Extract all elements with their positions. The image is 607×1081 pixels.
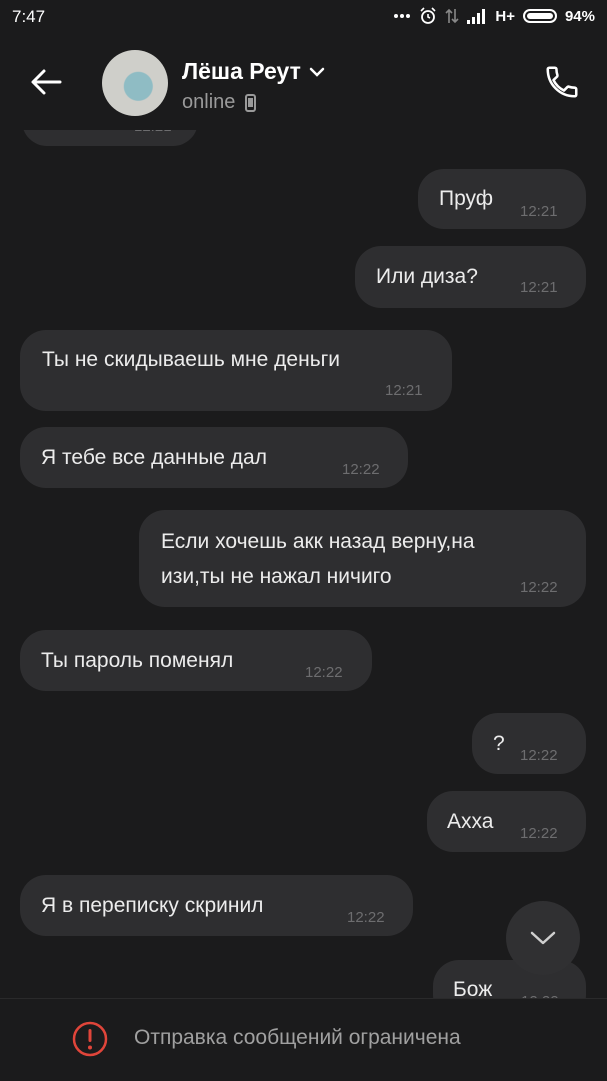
presence-text: online [182,91,236,113]
message-time: 12:22 [305,664,343,681]
message-bubble-outgoing[interactable]: Если хочешь акк назад верну,на изи,ты не… [139,510,586,607]
message-time: 12:21 [520,203,558,220]
call-button[interactable] [540,60,584,104]
message-time: 12:22 [347,909,385,926]
message-bubble-outgoing[interactable]: Ахха 12:22 [427,791,586,852]
message-bubble-outgoing[interactable]: Или диза? 12:21 [355,246,586,308]
scroll-to-bottom-button[interactable] [506,901,580,975]
battery-icon [522,9,557,23]
exclamation-circle-icon [72,1021,108,1057]
message-text: Я тебе все данные дал [41,446,267,469]
arrow-left-icon [31,69,62,95]
alarm-icon [419,7,437,25]
message-bubble-incoming[interactable]: Я тебе все данные дал 12:22 [20,427,408,488]
contact-name-text: Лёша Реут [182,58,301,84]
message-text: Я в переписку скринил [41,894,264,917]
message-time: 12:22 [342,461,380,478]
status-time: 7:47 [12,7,46,26]
message-text: Ахха [447,810,494,833]
message-time: 12:22 [520,825,558,842]
chat-header: Лёша Реут online [0,34,607,130]
message-bubble-incoming[interactable]: Я в переписку скринил 12:22 [20,875,413,936]
avatar[interactable] [102,50,168,116]
presence-status: online [182,91,257,114]
message-text-line1: Если хочешь акк назад верну,на [161,530,475,553]
battery-percent: 94% [564,7,595,25]
message-time: 12:22 [520,579,558,596]
chevron-down-icon [530,931,556,945]
message-bubble-incoming[interactable]: Ты пароль поменял 12:22 [20,630,372,691]
message-text: Ты пароль поменял [41,649,234,672]
restriction-bar: Отправка сообщений ограничена [0,998,607,1081]
message-bubble-outgoing[interactable]: ? 12:22 [472,713,586,774]
message-time: 12:21 [520,279,558,296]
message-text: Пруф [439,187,494,210]
phone-icon [546,66,578,98]
message-text: Ты не скидываешь мне деньги [42,348,341,371]
chevron-down-icon [309,67,325,77]
contact-name[interactable]: Лёша Реут [182,58,325,85]
mobile-device-icon [245,93,257,112]
status-icons: H+ 94% [393,7,595,25]
status-bar: 7:47 H+ 94% [0,0,607,34]
data-transfer-icon [445,8,459,24]
message-time: 12:21 [385,382,423,399]
message-text: ? [493,732,505,755]
message-bubble-incoming[interactable]: Ты не скидываешь мне деньги 12:21 [20,330,452,411]
restriction-text: Отправка сообщений ограничена [134,1026,461,1049]
network-type: H+ [495,7,515,25]
message-text-line2: изи,ты не нажал ничиго [161,565,392,588]
signal-icon [467,8,487,24]
message-time: 12:22 [520,747,558,764]
message-bubble-outgoing[interactable]: Пруф 12:21 [418,169,586,229]
more-dots-icon [393,13,411,19]
back-button[interactable] [24,62,68,102]
message-text: Или диза? [376,265,478,288]
